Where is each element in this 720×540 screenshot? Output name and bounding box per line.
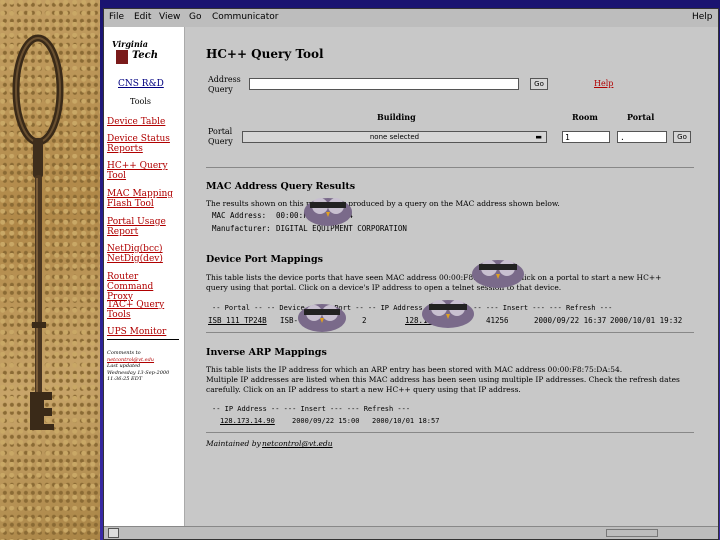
- vt-logo: Virginia Tech: [112, 39, 178, 71]
- owl-icon: [472, 260, 524, 288]
- owl-icon: [422, 300, 474, 328]
- manufacturer-label: Manufacturer:: [212, 224, 271, 233]
- nav-item-portal-usage[interactable]: Portal Usage Report: [107, 217, 166, 237]
- port-cell: 2: [362, 316, 367, 325]
- arp-desc3: carefully. Click on an IP address to sta…: [206, 385, 521, 394]
- status-indicator-icon: [606, 529, 658, 537]
- status-bar: [104, 526, 718, 539]
- address-query-label2: Query: [208, 85, 233, 94]
- browser-window: File Edit View Go Communicator Help Virg…: [103, 8, 719, 540]
- room-input[interactable]: 1: [562, 131, 610, 143]
- device-ports-header: -- Portal -- -- Device -- -- Port -- -- …: [212, 304, 613, 312]
- building-select[interactable]: none selected ▬: [242, 131, 547, 143]
- owl-icon: [298, 304, 346, 332]
- portal-header: Portal: [627, 112, 655, 122]
- arp-desc2: Multiple IP addresses are listed when th…: [206, 375, 680, 384]
- nav-item-device-status[interactable]: Device Status Reports: [107, 134, 170, 154]
- security-lock-icon: [108, 528, 119, 538]
- arp-title: Inverse ARP Mappings: [206, 347, 327, 358]
- menu-edit[interactable]: Edit: [134, 12, 151, 22]
- nav-item-netdig[interactable]: NetDig(bcc) NetDig(dev): [107, 244, 163, 264]
- address-go-button[interactable]: Go: [530, 78, 548, 90]
- nav-item-tac-query[interactable]: TAC+ Query Tools: [107, 300, 164, 320]
- maintainer-email-link[interactable]: netcontrol@vt.edu: [262, 439, 333, 448]
- nav-frame: Virginia Tech CNS R&D Tools Device Table…: [104, 27, 185, 527]
- arp-desc1: This table lists the IP address for whic…: [206, 365, 623, 374]
- room-header: Room: [572, 112, 598, 122]
- portal-query-label2: Query: [208, 137, 233, 146]
- key-photo: [0, 0, 100, 540]
- section-divider: [206, 432, 694, 433]
- page-content: Virginia Tech CNS R&D Tools Device Table…: [104, 27, 716, 527]
- device-ports-title: Device Port Mappings: [206, 254, 323, 265]
- tools-label: Tools: [130, 97, 152, 106]
- nav-divider: [107, 339, 179, 340]
- nav-footer-line: 11:36:25 EDT: [107, 376, 143, 382]
- nav-footer: Comments to netcontrol@vt.edu Last updat…: [107, 350, 169, 383]
- arp-header: -- IP Address -- --- Insert --- --- Refr…: [212, 405, 411, 413]
- address-query-input[interactable]: [249, 78, 519, 90]
- results-intro: The results shown on this page were prod…: [206, 199, 560, 208]
- logo-line2: Tech: [132, 50, 159, 61]
- refresh-cell: 2000/10/01 19:32: [610, 316, 683, 325]
- arp-ip-link[interactable]: 128.173.14.90: [220, 417, 275, 425]
- portal-link[interactable]: ISB 111 TP24B: [208, 316, 267, 325]
- logo-shield-icon: [116, 50, 128, 64]
- nav-item-device-table[interactable]: Device Table: [107, 117, 165, 127]
- menu-view[interactable]: View: [159, 12, 180, 22]
- owl-icon: [304, 198, 352, 226]
- portal-query-label: Portal: [208, 127, 233, 136]
- nav-item-mac-mapping[interactable]: MAC Mapping Flash Tool: [107, 189, 173, 209]
- arp-refresh-cell: 2000/10/01 18:57: [372, 417, 440, 425]
- select-arrow-icon: ▬: [535, 133, 542, 141]
- address-query-label: Address: [208, 75, 241, 84]
- coob-cell: 41256: [486, 316, 509, 325]
- mac-label: MAC Address:: [212, 211, 267, 220]
- help-link[interactable]: Help: [594, 79, 613, 88]
- building-header: Building: [377, 112, 416, 122]
- nav-item-router-proxy[interactable]: Router Command Proxy: [107, 272, 184, 302]
- menu-file[interactable]: File: [109, 12, 124, 22]
- nav-item-hc-query[interactable]: HC++ Query Tool: [107, 161, 168, 181]
- logo-line1: Virginia: [112, 39, 148, 49]
- menu-help[interactable]: Help: [692, 12, 713, 22]
- arp-insert-cell: 2000/09/22 15:00: [292, 417, 360, 425]
- section-divider: [206, 332, 694, 333]
- section-divider: [206, 167, 694, 168]
- table-row: 128.173.14.90 2000/09/22 15:00 2000/10/0…: [220, 417, 520, 427]
- menu-communicator[interactable]: Communicator: [212, 12, 278, 22]
- page-title: HC++ Query Tool: [206, 47, 324, 61]
- cns-rd-link[interactable]: CNS R&D: [118, 79, 164, 89]
- main-frame: HC++ Query Tool Address Query Go Help Bu…: [194, 27, 704, 527]
- device-ports-desc1: This table lists the device ports that h…: [206, 273, 662, 282]
- nav-item-ups-monitor[interactable]: UPS Monitor: [107, 327, 166, 337]
- menu-bar: File Edit View Go Communicator Help: [104, 9, 718, 27]
- insert-cell: 2000/09/22 16:37: [534, 316, 607, 325]
- menu-go[interactable]: Go: [189, 12, 201, 22]
- building-selected: none selected: [369, 133, 420, 141]
- portal-input[interactable]: .: [617, 131, 667, 143]
- portal-go-button[interactable]: Go: [673, 131, 691, 143]
- maintained-label: Maintained by: [206, 439, 261, 448]
